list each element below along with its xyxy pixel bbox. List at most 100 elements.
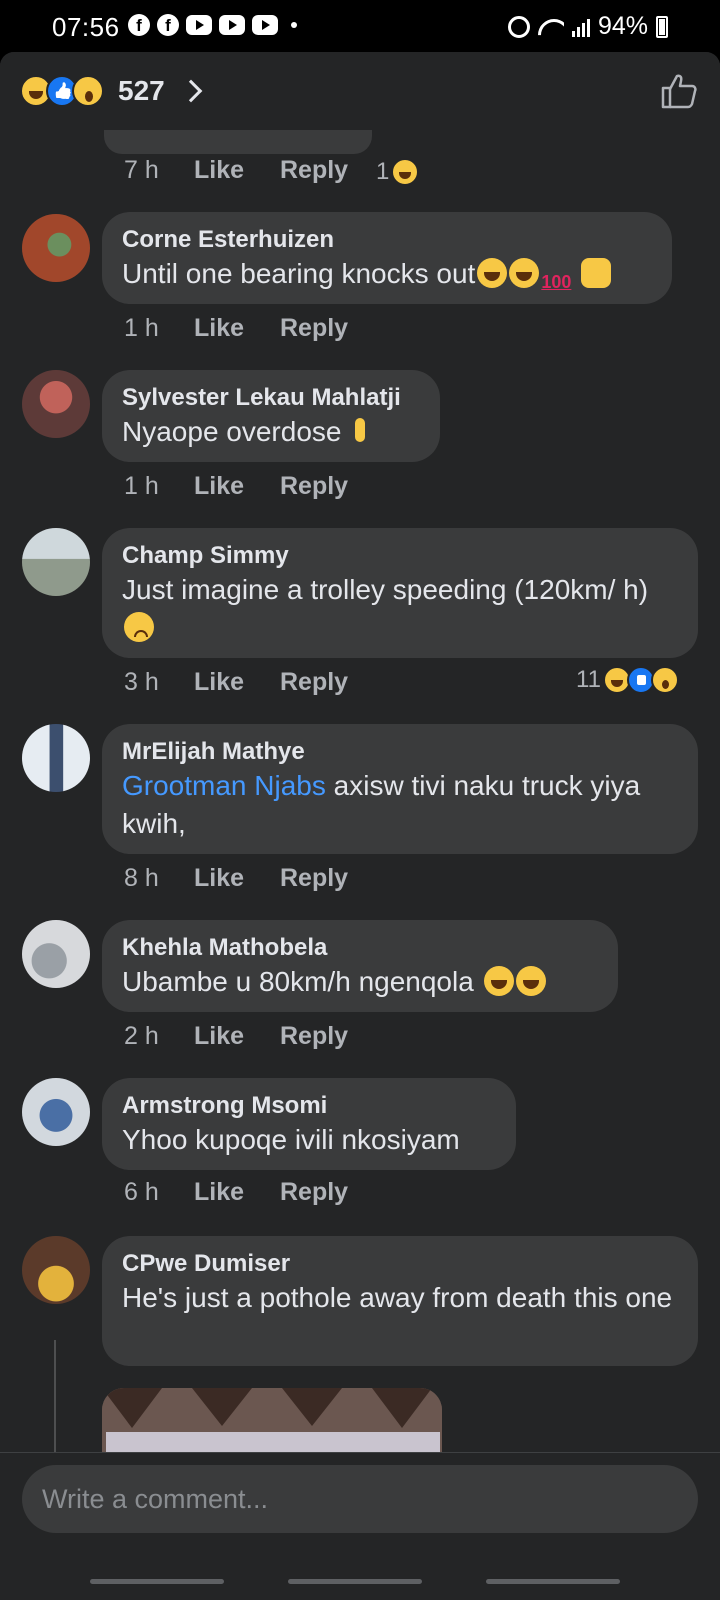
- comment-bubble: MrElijah Mathye Grootman Njabs axisw tiv…: [102, 724, 698, 854]
- like-button[interactable]: Like: [194, 156, 280, 185]
- comment-bubble: Sylvester Lekau Mahlatji Nyaope overdose: [102, 370, 440, 462]
- comment-text: Grootman Njabs axisw tivi naku truck yiy…: [122, 767, 678, 843]
- crossed-fingers-emoji-icon: [351, 416, 369, 446]
- comment-composer: [0, 1452, 720, 1600]
- system-icons: 94%: [507, 12, 668, 41]
- reply-button[interactable]: Reply: [280, 156, 380, 185]
- reply-button[interactable]: Reply: [280, 314, 380, 343]
- like-button[interactable]: Like: [194, 1178, 280, 1207]
- avatar[interactable]: [22, 528, 90, 596]
- comment-text: He's just a pothole away from death this…: [122, 1282, 673, 1313]
- comment-text: Just imagine a trolley speeding (120km/ …: [122, 571, 678, 647]
- reply-button[interactable]: Reply: [280, 1178, 380, 1207]
- status-time: 07:56: [52, 12, 120, 42]
- wow-icon: [72, 75, 104, 107]
- comment-body: Ubambe u 80km/h ngenqola: [122, 966, 482, 997]
- comment-time: 2 h: [124, 1022, 159, 1050]
- comment-time: 7 h: [124, 156, 159, 184]
- comment-actions: 6 h Like Reply: [124, 1178, 380, 1207]
- comment-bubble: Champ Simmy Just imagine a trolley speed…: [102, 528, 698, 658]
- comment-author[interactable]: Sylvester Lekau Mahlatji: [122, 383, 420, 413]
- comment-input[interactable]: [22, 1465, 698, 1533]
- battery-icon: [656, 15, 668, 38]
- like-button[interactable]: Like: [194, 314, 280, 343]
- reply-button[interactable]: Reply: [280, 472, 380, 501]
- comment-author[interactable]: Champ Simmy: [122, 541, 678, 571]
- avatar[interactable]: [22, 1236, 90, 1304]
- comment-reactions[interactable]: 11: [576, 666, 679, 694]
- youtube-icon: [186, 15, 212, 35]
- nav-indicator: [90, 1579, 224, 1584]
- laughing-emoji-icon: [509, 258, 540, 288]
- comment-actions: 1 h Like Reply: [124, 314, 380, 343]
- like-button[interactable]: Like: [194, 864, 280, 893]
- comment-body: Nyaope overdose: [122, 416, 342, 447]
- comment-time: 3 h: [124, 668, 159, 696]
- reply-button[interactable]: Reply: [280, 864, 380, 893]
- comment-author[interactable]: Corne Esterhuizen: [122, 225, 652, 255]
- like-button[interactable]: Like: [194, 668, 280, 697]
- comment-time: 1 h: [124, 314, 159, 342]
- comment-bubble: Corne Esterhuizen Until one bearing knoc…: [102, 212, 672, 304]
- comment-time: 8 h: [124, 864, 159, 892]
- comment-bubble: CPwe Dumiser He's just a pothole away fr…: [102, 1236, 698, 1366]
- thumbs-up-icon[interactable]: [660, 72, 698, 110]
- status-bar: 07:56 f f 94%: [0, 0, 720, 52]
- comment-reactions[interactable]: 1: [376, 158, 420, 186]
- hundred-emoji-icon: 100: [541, 272, 572, 292]
- wow-icon: [650, 666, 679, 694]
- signal-icon: [571, 17, 590, 37]
- comment-body: Until one bearing knocks out: [122, 258, 476, 289]
- raised-hands-emoji-icon: [581, 258, 612, 288]
- reaction-count: 527: [118, 75, 165, 106]
- like-button[interactable]: Like: [194, 472, 280, 501]
- comment-text: Until one bearing knocks out 100: [122, 255, 652, 293]
- facebook-icon: f: [157, 14, 179, 36]
- reply-button[interactable]: Reply: [280, 668, 380, 697]
- youtube-icon: [219, 15, 245, 35]
- notification-icons: f f: [128, 14, 297, 36]
- comment-actions: 3 h Like Reply: [124, 668, 380, 697]
- avatar[interactable]: [22, 214, 90, 282]
- comment-body: Just imagine a trolley speeding (120km/ …: [122, 574, 649, 605]
- avatar[interactable]: [22, 370, 90, 438]
- comment-author[interactable]: Armstrong Msomi: [122, 1091, 496, 1121]
- laughing-emoji-icon: [477, 258, 508, 288]
- avatar[interactable]: [22, 1078, 90, 1146]
- youtube-icon: [252, 15, 278, 35]
- more-notifications-dot-icon: [291, 22, 297, 28]
- comment-author[interactable]: MrElijah Mathye: [122, 737, 678, 767]
- comments-sheet: 7 h Like Reply 1 Corne Esterhuizen Until…: [0, 52, 720, 1600]
- laughing-emoji-icon: [515, 966, 546, 996]
- comment-text: Yhoo kupoqe ivili nkosiyam: [122, 1124, 460, 1155]
- comment-bubble: Armstrong Msomi Yhoo kupoqe ivili nkosiy…: [102, 1078, 516, 1170]
- comment-actions: 7 h Like Reply: [124, 156, 380, 185]
- comment-time: 1 h: [124, 472, 159, 500]
- battery-percent: 94%: [597, 12, 648, 40]
- avatar[interactable]: [22, 724, 90, 792]
- haha-icon: [391, 158, 420, 186]
- comment-bubble: Khehla Mathobela Ubambe u 80km/h ngenqol…: [102, 920, 618, 1012]
- comment-text: Nyaope overdose: [122, 413, 420, 451]
- reaction-count: 11: [576, 666, 601, 693]
- comment-actions: 8 h Like Reply: [124, 864, 380, 893]
- like-button[interactable]: Like: [194, 1022, 280, 1051]
- wifi-icon: [538, 17, 564, 37]
- mention-link[interactable]: Grootman Njabs: [122, 770, 326, 801]
- reaction-summary-bar: 527: [0, 52, 720, 130]
- comment-author[interactable]: CPwe Dumiser: [122, 1249, 678, 1279]
- comment-time: 6 h: [124, 1178, 159, 1206]
- reply-button[interactable]: Reply: [280, 1022, 380, 1051]
- facebook-icon: f: [128, 14, 150, 36]
- chevron-right-icon[interactable]: [179, 79, 203, 103]
- comment-author[interactable]: Khehla Mathobela: [122, 933, 598, 963]
- avatar[interactable]: [22, 920, 90, 988]
- comment-text: Ubambe u 80km/h ngenqola: [122, 963, 598, 1001]
- laughing-emoji-icon: [483, 966, 514, 996]
- comment-actions: 2 h Like Reply: [124, 1022, 380, 1051]
- pleading-emoji-icon: [124, 612, 154, 642]
- alarm-icon: [507, 15, 530, 38]
- reaction-summary[interactable]: 527: [20, 75, 203, 107]
- nav-indicator: [486, 1579, 620, 1584]
- reaction-count: 1: [376, 158, 390, 185]
